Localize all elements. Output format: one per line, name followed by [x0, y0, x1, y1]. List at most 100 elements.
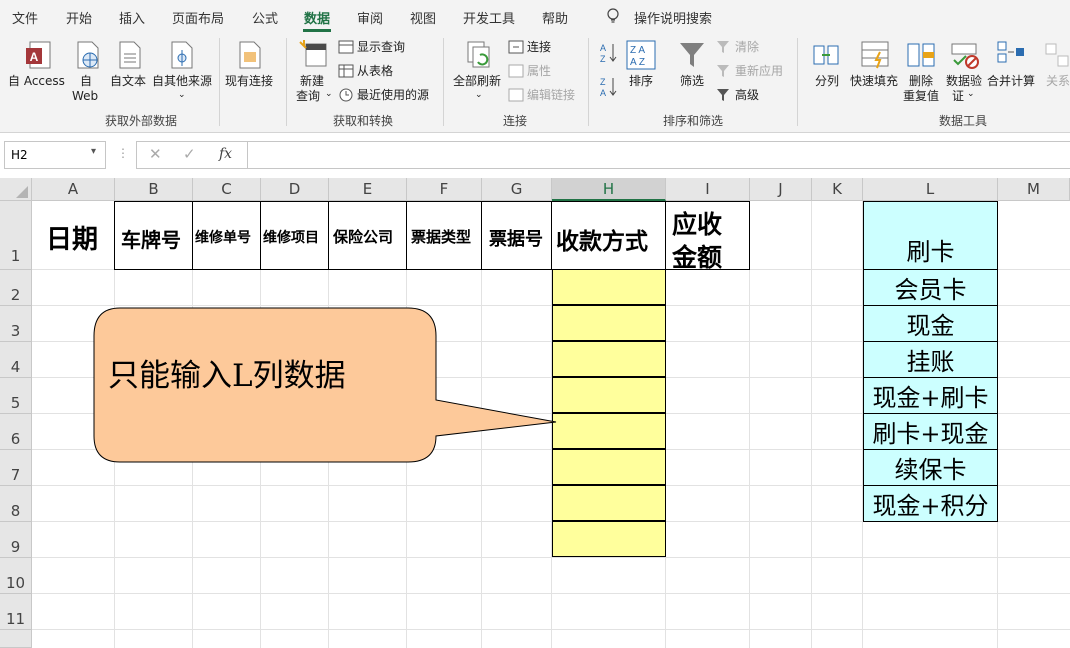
column-header-c[interactable]: C [193, 178, 261, 201]
cell-a1[interactable]: 日期 [32, 201, 115, 270]
svg-text:A: A [600, 43, 606, 53]
cell-d1[interactable]: 维修项目 [261, 201, 329, 270]
enter-check-icon[interactable]: ✓ [183, 145, 196, 163]
flash-fill-icon [861, 41, 889, 69]
menu-file[interactable]: 文件 [12, 8, 38, 27]
chevron-down-icon: ⌄ [325, 89, 333, 99]
column-header-k[interactable]: K [812, 178, 863, 201]
select-all-corner[interactable] [0, 178, 32, 201]
cell-c1[interactable]: 维修单号 [193, 201, 261, 270]
properties-icon [508, 64, 524, 78]
menu-formulas[interactable]: 公式 [252, 8, 278, 27]
text-to-columns-icon [813, 45, 839, 65]
menu-home[interactable]: 开始 [66, 8, 92, 27]
formula-buttons: ✕ ✓ fx [136, 141, 247, 169]
menu-help[interactable]: 帮助 [542, 8, 568, 27]
list-cell-l3[interactable]: 现金 [863, 305, 998, 342]
column-header-j[interactable]: J [750, 178, 812, 201]
cell-e1[interactable]: 保险公司 [329, 201, 407, 270]
input-cell-h6[interactable] [552, 413, 666, 449]
menu-data[interactable]: 数据 [304, 8, 330, 27]
cell-h1[interactable]: 收款方式 [552, 201, 666, 270]
input-cell-h3[interactable] [552, 305, 666, 341]
refresh-icon [467, 41, 490, 68]
list-cell-l1[interactable]: 刷卡 [863, 201, 998, 270]
input-cell-h9[interactable] [552, 521, 666, 557]
menu-view[interactable]: 视图 [410, 8, 436, 27]
svg-text:Z: Z [600, 77, 606, 87]
row-header-8[interactable]: 8 [0, 486, 32, 522]
row-header-9[interactable]: 9 [0, 522, 32, 558]
sort-ascending-icon: A Z [600, 43, 617, 64]
menu-insert[interactable]: 插入 [119, 8, 145, 27]
show-queries-icon [338, 40, 354, 54]
callout-text: 只能输入L列数据 [108, 358, 346, 394]
cell-g1[interactable]: 票据号 [482, 201, 552, 270]
advanced-filter-icon [717, 89, 729, 101]
group-label-connections: 连接 [503, 114, 528, 128]
cancel-icon[interactable]: ✕ [149, 145, 162, 163]
input-cell-h2[interactable] [552, 269, 666, 305]
list-cell-l4[interactable]: 挂账 [863, 341, 998, 378]
tell-me-search[interactable]: 操作说明搜索 [634, 8, 712, 27]
group-label-data-tools: 数据工具 [939, 114, 988, 128]
row-header-4[interactable]: 4 [0, 342, 32, 378]
access-icon: A [26, 41, 51, 69]
web-icon [77, 41, 99, 69]
column-header-b[interactable]: B [115, 178, 193, 201]
row-header-2[interactable]: 2 [0, 270, 32, 306]
row-header-5[interactable]: 5 [0, 378, 32, 414]
row-header-11[interactable]: 11 [0, 594, 32, 630]
table-icon [338, 64, 354, 78]
column-header-i[interactable]: I [666, 178, 750, 201]
column-header-g[interactable]: G [482, 178, 552, 201]
cell-i1[interactable]: 应收 金额 [666, 201, 750, 272]
chevron-down-icon[interactable]: ▾ [91, 146, 96, 157]
chevron-down-icon: ⌄ [967, 89, 975, 99]
data-validation-icon [951, 43, 979, 69]
cell-f1[interactable]: 票据类型 [407, 201, 482, 270]
group-label-sort-filter: 排序和筛选 [663, 114, 724, 128]
row-header-7[interactable]: 7 [0, 450, 32, 486]
row-header-12[interactable] [0, 630, 32, 648]
column-header-f[interactable]: F [407, 178, 482, 201]
row-header-10[interactable]: 10 [0, 558, 32, 594]
list-cell-l5[interactable]: 现金+刷卡 [863, 377, 998, 414]
select-all-icon [16, 186, 28, 198]
column-header-l[interactable]: L [863, 178, 998, 201]
name-box[interactable]: H2 ▾ [4, 141, 106, 169]
input-cell-h4[interactable] [552, 341, 666, 377]
column-header-h[interactable]: H [552, 178, 666, 201]
row-header-3[interactable]: 3 [0, 306, 32, 342]
insert-function-icon[interactable]: fx [219, 146, 232, 162]
list-cell-l8[interactable]: 现金+积分 [863, 485, 998, 522]
menu-page-layout[interactable]: 页面布局 [172, 8, 224, 27]
column-header-a[interactable]: A [32, 178, 115, 201]
new-query-icon [299, 40, 327, 67]
list-cell-l7[interactable]: 续保卡 [863, 449, 998, 486]
input-cell-h7[interactable] [552, 449, 666, 485]
menu-review[interactable]: 审阅 [357, 8, 383, 27]
column-header-d[interactable]: D [261, 178, 329, 201]
connections-icon [508, 40, 524, 54]
list-cell-l6[interactable]: 刷卡+现金 [863, 413, 998, 450]
svg-text:Z: Z [600, 54, 606, 64]
svg-text:A: A [30, 50, 39, 64]
row-header-1[interactable]: 1 [0, 201, 32, 270]
list-cell-l2[interactable]: 会员卡 [863, 269, 998, 306]
row-header-6[interactable]: 6 [0, 414, 32, 450]
ribbon-data: A 自 Access 自 Web 自文本 自其他来源 ⌄ 现有连接 获取外部数据… [0, 32, 1070, 133]
input-cell-h8[interactable] [552, 485, 666, 521]
input-cell-h5[interactable] [552, 377, 666, 413]
column-header-m[interactable]: M [998, 178, 1070, 201]
formula-input[interactable] [247, 141, 1070, 169]
menu-developer[interactable]: 开发工具 [463, 8, 515, 27]
relationships-icon [1045, 43, 1069, 67]
group-separator [443, 38, 444, 126]
column-header-e[interactable]: E [329, 178, 407, 201]
group-label-transform: 获取和转换 [333, 114, 394, 128]
cell-b1[interactable]: 车牌号 [114, 201, 193, 270]
svg-text:Z A: Z A [630, 45, 645, 56]
lightbulb-icon [607, 8, 619, 23]
grip-icon: ⋮ [117, 146, 129, 160]
